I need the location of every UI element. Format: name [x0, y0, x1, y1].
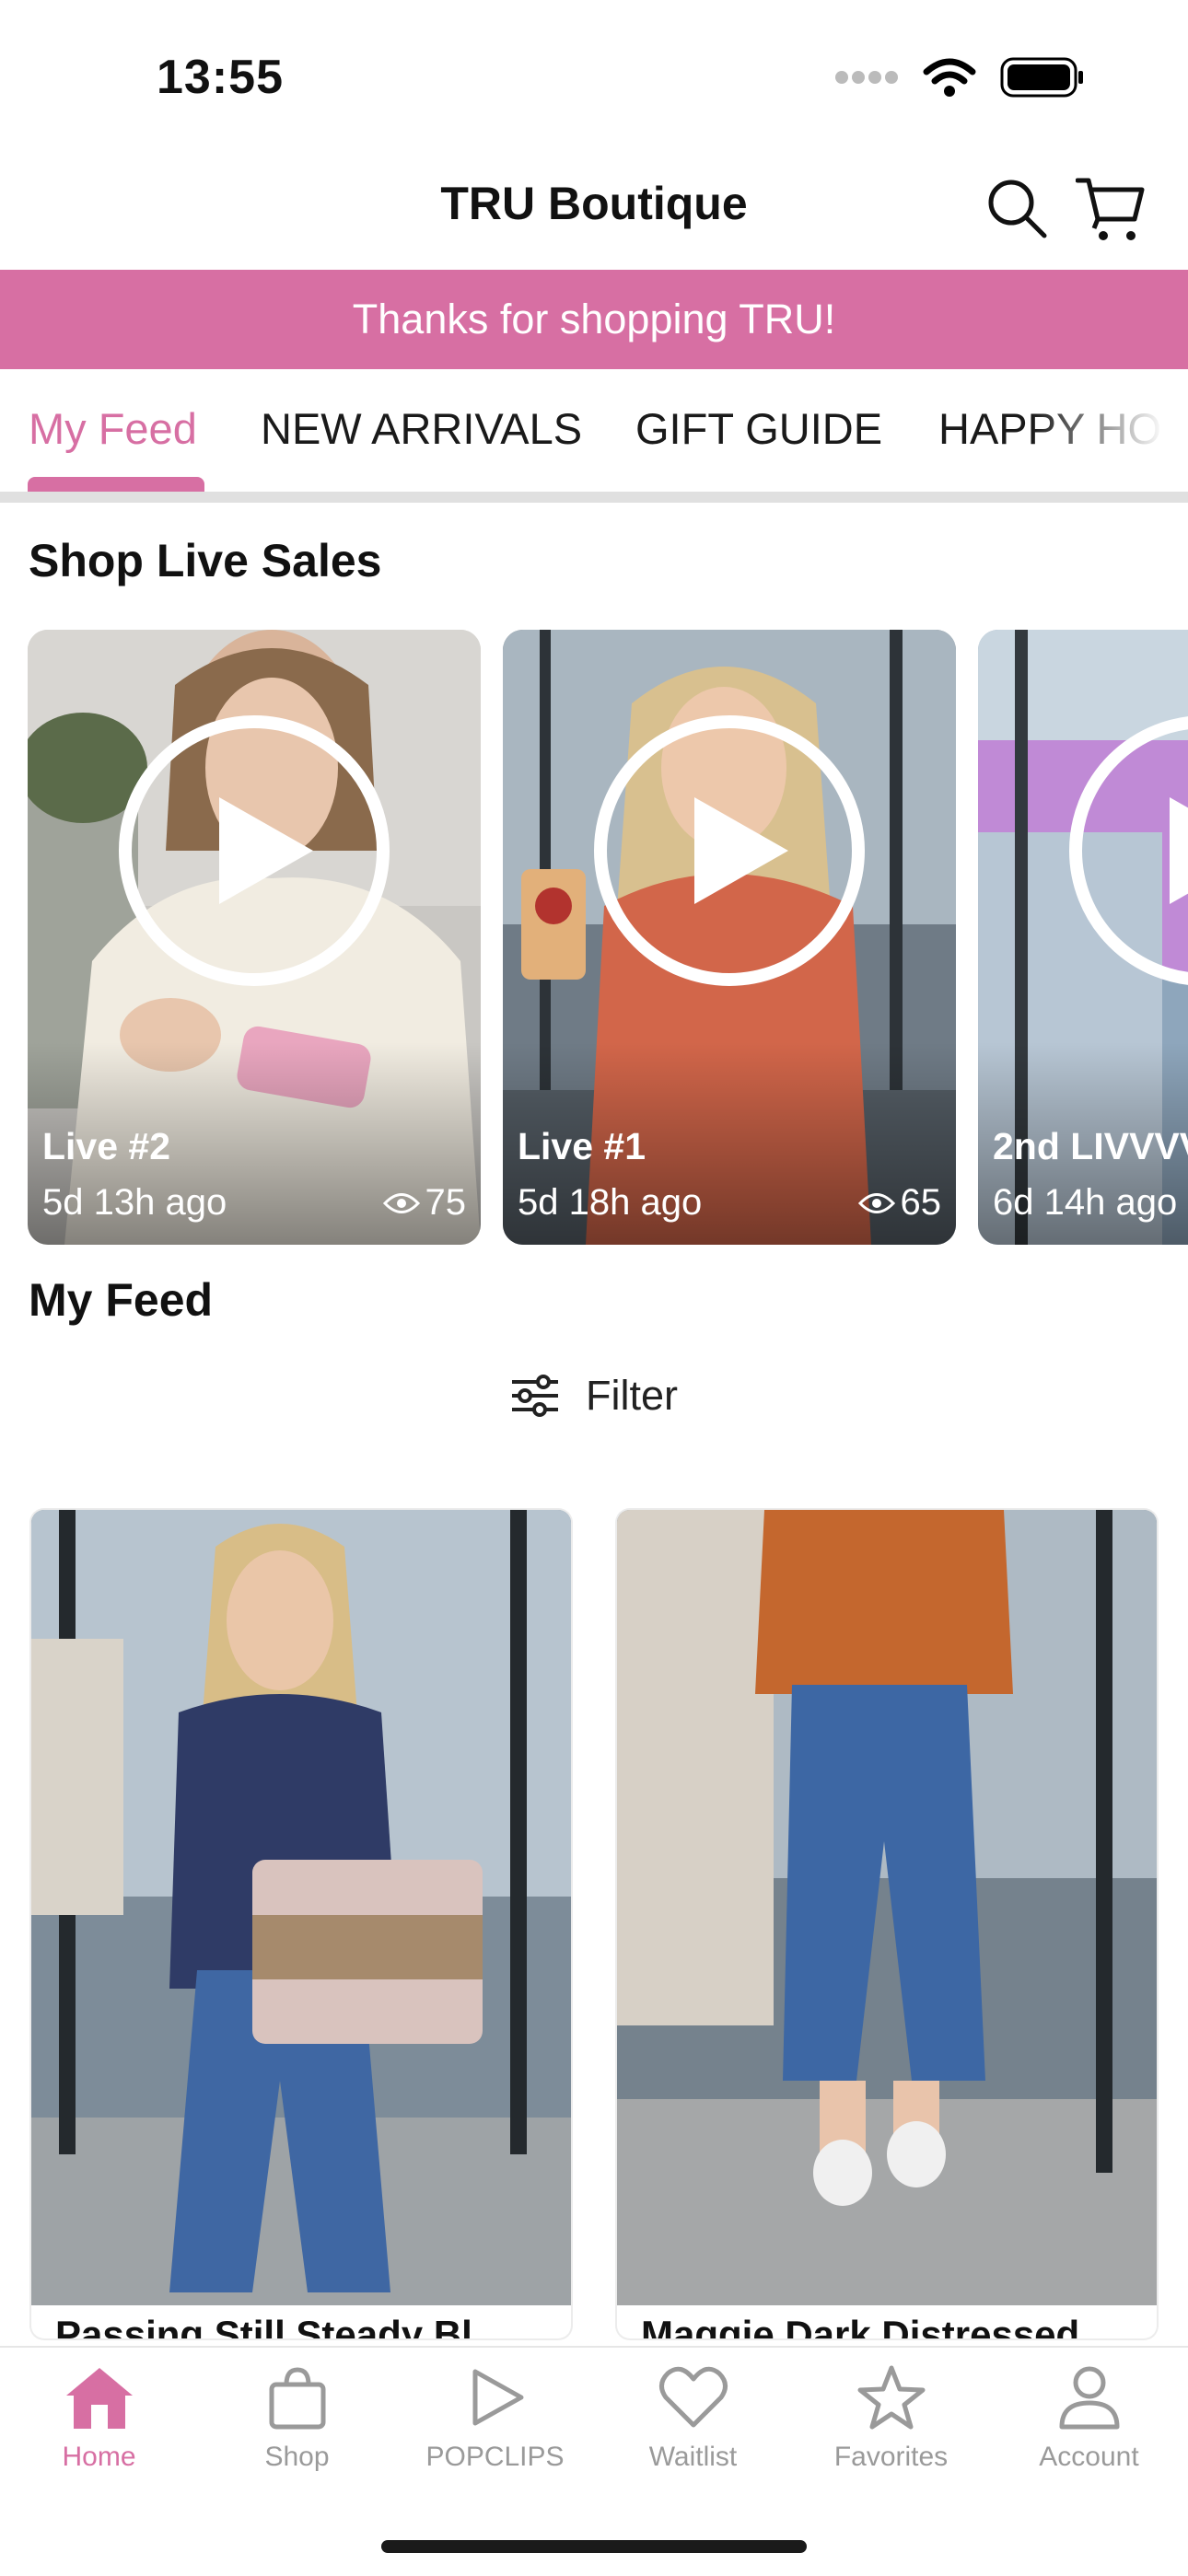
wifi-icon: [923, 58, 976, 97]
view-count: 75: [425, 1182, 467, 1223]
live-sales-title: Shop Live Sales: [29, 535, 382, 586]
eye-icon: [382, 1192, 420, 1213]
nav-waitlist[interactable]: Waitlist: [594, 2364, 792, 2473]
nav-label: Favorites: [833, 2442, 949, 2472]
filter-sliders-icon: [512, 1375, 558, 1417]
live-card-time: 5d 18h ago: [518, 1182, 703, 1223]
nav-home[interactable]: Home: [0, 2364, 198, 2473]
search-icon[interactable]: [982, 171, 1052, 245]
live-card-views: 75: [382, 1182, 467, 1224]
nav-label: POPCLIPS: [425, 2442, 565, 2472]
nav-label: Home: [62, 2442, 136, 2472]
nav-account[interactable]: Account: [990, 2364, 1188, 2473]
battery-icon: [1000, 57, 1083, 98]
nav-label: Shop: [264, 2442, 330, 2472]
cart-icon[interactable]: [1076, 171, 1146, 245]
shopping-bag-icon: [269, 2367, 325, 2430]
nav-label: Waitlist: [648, 2442, 738, 2472]
live-card[interactable]: 2nd LIVVVV 6d 14h ago: [978, 630, 1188, 1245]
product-card[interactable]: Maggie Dark Distressed: [617, 1510, 1157, 2338]
live-card-title: Live #2: [42, 1125, 171, 1167]
live-card-title: Live #1: [518, 1125, 646, 1167]
person-icon: [1059, 2366, 1119, 2430]
play-icon: [472, 2369, 523, 2426]
product-photo: [617, 1510, 1157, 2305]
my-feed-title: My Feed: [29, 1274, 214, 1326]
play-icon[interactable]: [591, 713, 868, 989]
live-card-title: 2nd LIVVVV: [993, 1125, 1188, 1167]
filter-button[interactable]: Filter: [0, 1372, 1188, 1420]
tabs-divider: [0, 492, 1188, 503]
status-indicators: [834, 57, 1085, 98]
live-card-time: 5d 13h ago: [42, 1182, 227, 1223]
live-card[interactable]: Live #1 5d 18h ago 65: [503, 630, 956, 1245]
tab-gift-guide[interactable]: GIFT GUIDE: [635, 403, 882, 454]
live-sales-carousel: Live #2 5d 13h ago 75 Live #1 5d 18h ago…: [28, 630, 1188, 1247]
star-icon: [857, 2365, 925, 2430]
status-time: 13:55: [157, 51, 284, 104]
product-card[interactable]: Passing Still Steady Bl: [31, 1510, 571, 2338]
product-photo: [31, 1510, 571, 2305]
eye-icon: [857, 1192, 895, 1213]
nav-popclips[interactable]: POPCLIPS: [396, 2364, 594, 2473]
live-card-time: 6d 14h ago: [993, 1182, 1178, 1223]
view-count: 65: [900, 1182, 942, 1223]
heart-icon: [658, 2366, 728, 2428]
promo-banner[interactable]: Thanks for shopping TRU!: [0, 270, 1188, 369]
filter-label: Filter: [586, 1372, 678, 1419]
home-icon: [65, 2368, 133, 2429]
nav-shop[interactable]: Shop: [198, 2364, 396, 2473]
live-card-views: 65: [857, 1182, 942, 1224]
active-tab-indicator: [28, 477, 204, 492]
play-icon[interactable]: [116, 713, 392, 989]
nav-label: Account: [1039, 2442, 1139, 2472]
home-indicator: [381, 2540, 807, 2553]
cellular-signal-icon: [835, 71, 898, 84]
nav-favorites[interactable]: Favorites: [792, 2364, 990, 2473]
tab-new-arrivals[interactable]: NEW ARRIVALS: [261, 403, 582, 454]
product-name: Maggie Dark Distressed: [641, 2313, 1080, 2338]
live-card[interactable]: Live #2 5d 13h ago 75: [28, 630, 481, 1245]
tab-my-feed[interactable]: My Feed: [29, 403, 197, 454]
play-icon[interactable]: [1066, 713, 1188, 989]
product-name: Passing Still Steady Bl: [55, 2313, 472, 2338]
tabs-fade: [1031, 370, 1188, 490]
